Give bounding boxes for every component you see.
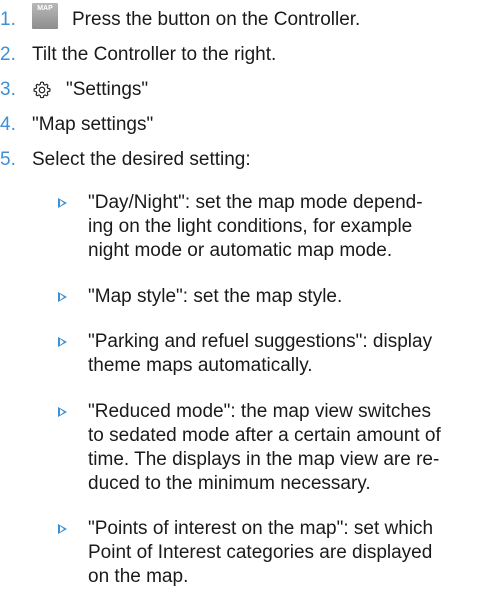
option-line: on the map. bbox=[88, 566, 189, 587]
step-4: 4. "Map settings" bbox=[0, 110, 153, 140]
option-line: to sedated mode after a certain amount o… bbox=[88, 425, 441, 446]
step-number: 2. bbox=[0, 44, 16, 65]
option-line: "Reduced mode": the map view switches bbox=[88, 401, 431, 422]
option-line: Point of Interest categories are display… bbox=[88, 542, 433, 563]
bullet-triangle-icon bbox=[58, 292, 67, 302]
option-line: "Day/Night": set the map mode depend- bbox=[88, 192, 423, 213]
step-text: "Map settings" bbox=[32, 114, 154, 135]
step-text: Select the desired setting: bbox=[32, 149, 251, 170]
step-2: 2. Tilt the Controller to the right. bbox=[0, 40, 276, 70]
bullet-triangle-icon bbox=[58, 337, 67, 347]
gear-icon bbox=[33, 81, 51, 99]
step-text: "Settings" bbox=[66, 79, 149, 100]
step-text: Press the button on the Controller. bbox=[72, 9, 361, 30]
map-button-icon: MAP bbox=[32, 3, 58, 29]
option-line: "Map style": set the map style. bbox=[88, 286, 343, 307]
step-number: 1. bbox=[0, 9, 16, 30]
step-number: 5. bbox=[0, 149, 16, 170]
step-1: 1. MAP Press the button on the Controlle… bbox=[0, 3, 361, 35]
bullet-triangle-icon bbox=[58, 524, 67, 534]
bullet-triangle-icon bbox=[58, 407, 67, 417]
step-text: Tilt the Controller to the right. bbox=[32, 44, 277, 65]
option-line: "Points of interest on the map": set whi… bbox=[88, 518, 434, 539]
option-line: "Parking and refuel suggestions": displa… bbox=[88, 331, 433, 352]
step-number: 4. bbox=[0, 114, 16, 135]
step-5: 5. Select the desired setting: bbox=[0, 145, 251, 175]
step-number: 3. bbox=[0, 79, 16, 100]
step-3: 3. "Settings" bbox=[0, 75, 148, 105]
option-line: theme maps automatically. bbox=[88, 355, 313, 376]
option-line: night mode or automatic map mode. bbox=[88, 240, 393, 261]
bullet-triangle-icon bbox=[58, 198, 67, 208]
option-line: duced to the minimum necessary. bbox=[88, 473, 371, 494]
option-line: ing on the light conditions, for example bbox=[88, 216, 413, 237]
option-line: time. The displays in the map view are r… bbox=[88, 449, 440, 470]
